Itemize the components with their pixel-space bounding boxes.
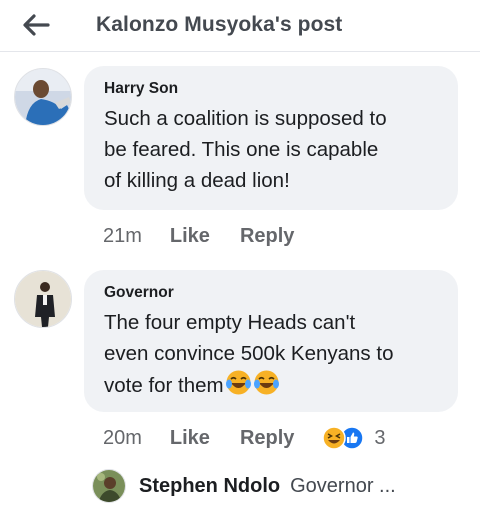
comment-text: Such a coalition is supposed to be feare… [104, 103, 438, 196]
reaction-count: 3 [374, 426, 386, 449]
comment-line: of killing a dead lion! [104, 169, 290, 192]
avatar-stephen-ndolo[interactable] [92, 469, 126, 503]
comment-line: vote for them [104, 369, 438, 405]
comment-line: The four empty Heads can't [104, 311, 356, 334]
comment-bubble[interactable]: Governor The four empty Heads can't even… [84, 270, 458, 412]
comment-line: Such a coalition is supposed to [104, 107, 387, 130]
comment-bubble[interactable]: Harry Son Such a coalition is supposed t… [84, 66, 458, 210]
reply-button[interactable]: Reply [240, 427, 294, 450]
haha-reaction-icon [322, 426, 347, 450]
arrow-left-icon [23, 14, 50, 36]
comment-line: even convince 500k Kenyans to [104, 342, 394, 365]
comment-actions: 20m Like Reply 3 [103, 424, 386, 452]
comment-author[interactable]: Governor [104, 283, 438, 303]
comment-timestamp[interactable]: 20m [103, 427, 142, 450]
comment-text: The four empty Heads can't even convince… [104, 307, 438, 405]
reply-preview[interactable]: Stephen Ndolo Governor ... [92, 466, 396, 506]
tears-of-joy-emoji-icon [225, 369, 252, 405]
comment-actions: 21m Like Reply [103, 222, 294, 250]
reply-snippet[interactable]: Governor ... [290, 475, 396, 498]
avatar-governor[interactable] [14, 270, 72, 328]
tears-of-joy-emoji-icon [253, 369, 280, 405]
reactions-summary[interactable]: 3 [322, 426, 386, 450]
top-bar: Kalonzo Musyoka's post [0, 0, 480, 52]
back-button[interactable] [16, 8, 56, 42]
comment-author[interactable]: Harry Son [104, 79, 438, 99]
reply-author[interactable]: Stephen Ndolo [139, 475, 280, 498]
page-title: Kalonzo Musyoka's post [96, 13, 343, 36]
comment-timestamp[interactable]: 21m [103, 225, 142, 248]
comment-line-text: vote for them [104, 374, 224, 397]
like-button[interactable]: Like [170, 427, 210, 450]
reply-button[interactable]: Reply [240, 225, 294, 248]
avatar-harry-son[interactable] [14, 68, 72, 126]
comment-line: be feared. This one is capable [104, 138, 379, 161]
like-button[interactable]: Like [170, 225, 210, 248]
